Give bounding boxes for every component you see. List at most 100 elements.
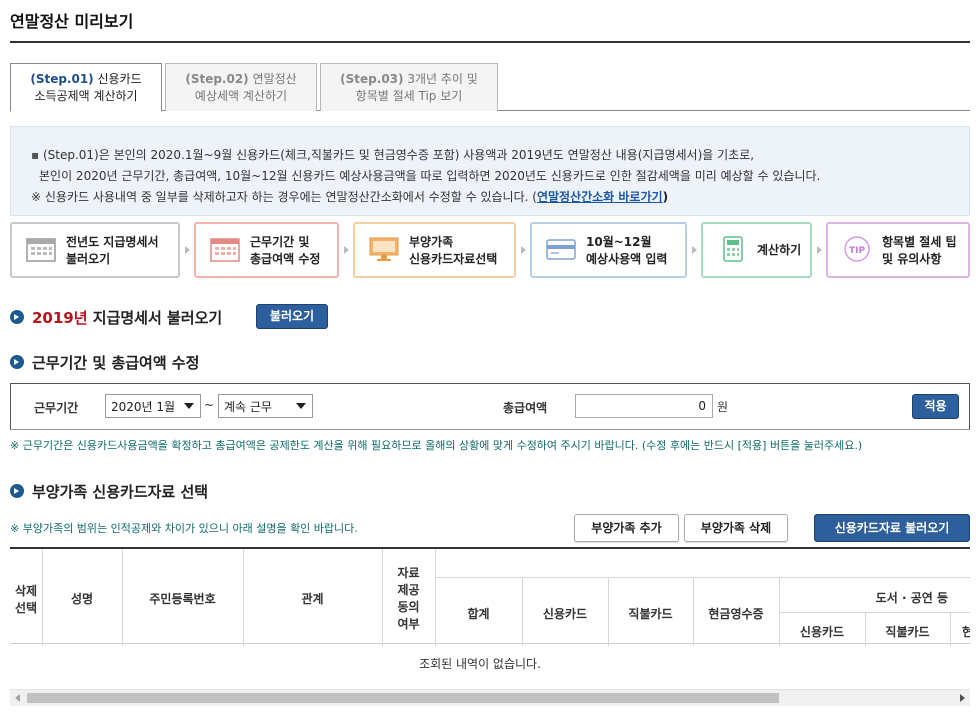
process-step-label: 계산하기 bbox=[757, 243, 802, 257]
col-header-text: 선택 bbox=[14, 601, 38, 615]
col-header-text: 제공 bbox=[397, 583, 420, 597]
svg-text:TIP: TIP bbox=[849, 246, 865, 256]
col-header-books-debit: 직불카드 bbox=[885, 625, 930, 639]
section-title: 근무기간 및 총급여액 수정 bbox=[32, 354, 200, 372]
salary-unit: 원 bbox=[717, 400, 729, 414]
monitor-icon bbox=[369, 237, 399, 261]
apply-button[interactable]: 적용 bbox=[912, 394, 959, 419]
salary-input[interactable]: 0 bbox=[575, 394, 713, 418]
table-divider bbox=[435, 549, 436, 646]
col-header-text: 삭제 bbox=[14, 584, 38, 598]
table-divider bbox=[435, 577, 970, 578]
empty-table-message: 조회된 내역이 없습니다. bbox=[419, 657, 541, 671]
tab-step-number: (Step.02) bbox=[185, 72, 249, 86]
scrollbar-thumb[interactable] bbox=[27, 693, 779, 703]
dependents-table: 삭제 선택 성명 주민등록번호 관계 자료 제공 동의 여부 합계 신용카드 직불카드 … bbox=[10, 547, 970, 646]
start-month-select[interactable]: 2020년 1월 bbox=[105, 394, 201, 418]
process-step-calculate: 계산하기 bbox=[701, 222, 812, 278]
info-text: 본인이 2020년 근무기간, 총급여액, 10월~12월 신용카드 예상사용금… bbox=[39, 169, 821, 183]
process-step-label: 부양가족 bbox=[409, 235, 454, 249]
calendar-grid-icon bbox=[210, 238, 240, 262]
chevron-right-icon bbox=[521, 246, 526, 254]
tab-label: 소득공제액 계산하기 bbox=[34, 89, 138, 103]
period-salary-form: 근무기간 2020년 1월 ~ 계속 근무 총급여액 0 원 적용 bbox=[10, 383, 970, 430]
col-header-total: 합계 bbox=[467, 607, 490, 621]
calendar-icon bbox=[26, 238, 56, 262]
chevron-down-icon bbox=[184, 403, 194, 409]
section-prev-statement: 2019년 지급명세서 불러오기 bbox=[10, 307, 222, 328]
col-header-books-credit: 신용카드 bbox=[799, 625, 845, 639]
col-header-cash: 현금영수증 bbox=[708, 607, 764, 621]
process-step-label: 10월~12월 bbox=[586, 235, 652, 249]
process-step-period-salary: 근무기간 및 총급여액 수정 bbox=[194, 222, 339, 278]
delete-dependent-button[interactable]: 부양가족 삭제 bbox=[684, 514, 788, 542]
dependents-note: ※ 부양가족의 범위는 인적공제와 차이가 있으니 아래 설명을 확인 바랍니다… bbox=[10, 522, 358, 535]
horizontal-scrollbar[interactable] bbox=[10, 689, 970, 706]
col-header-text: 동의 bbox=[397, 600, 420, 614]
section-period-salary: 근무기간 및 총급여액 수정 bbox=[10, 352, 199, 373]
col-header-text: 여부 bbox=[397, 617, 420, 631]
card-icon bbox=[546, 239, 576, 260]
col-header-relation: 관계 bbox=[301, 592, 324, 606]
tab-label: 연말정산 bbox=[252, 72, 297, 86]
col-header-credit: 신용카드 bbox=[542, 607, 588, 621]
tip-icon: TIP bbox=[844, 236, 870, 262]
chevron-right-icon bbox=[185, 246, 190, 254]
process-step-dependents: 부양가족신용카드자료선택 bbox=[353, 222, 516, 278]
tab-label: 3개년 추이 및 bbox=[407, 72, 478, 86]
process-step-label: 항목별 절세 팁 bbox=[882, 235, 957, 249]
process-step-label: 신용카드자료선택 bbox=[409, 252, 498, 266]
salary-label: 총급여액 bbox=[503, 401, 548, 415]
tab-label: 신용카드 bbox=[97, 72, 142, 86]
tab-step-01[interactable]: (Step.01) 신용카드 소득공제액 계산하기 bbox=[10, 63, 162, 112]
process-step-label: 및 유의사항 bbox=[882, 252, 942, 266]
load-card-data-button[interactable]: 신용카드자료 불러오기 bbox=[814, 514, 970, 542]
table-divider bbox=[779, 612, 970, 613]
period-label: 근무기간 bbox=[34, 401, 79, 415]
process-step-label: 불러오기 bbox=[66, 252, 111, 266]
start-month-value: 2020년 1월 bbox=[111, 400, 176, 414]
info-text: ※ 신용카드 사용내역 중 일부를 삭제하고자 하는 경우에는 연말정산간소화에… bbox=[31, 190, 537, 204]
col-header-provide-consent: 자료제공동의여부 bbox=[382, 565, 435, 633]
calculator-icon bbox=[723, 236, 743, 262]
scroll-left-icon[interactable] bbox=[15, 694, 20, 702]
add-dependent-button[interactable]: 부양가족 추가 bbox=[574, 514, 679, 542]
scroll-right-icon[interactable] bbox=[960, 694, 965, 702]
process-step-prev-statement: 전년도 지급명세서 불러오기 bbox=[10, 222, 180, 278]
range-tilde: ~ bbox=[204, 398, 215, 412]
chevron-down-icon bbox=[296, 403, 306, 409]
arrow-circle-icon bbox=[10, 355, 24, 369]
col-header-text: 자료 bbox=[397, 566, 420, 580]
col-header-books-performances: 도서 · 공연 등 bbox=[875, 591, 948, 605]
step-tabs: (Step.01) 신용카드 소득공제액 계산하기 (Step.02) 연말정산… bbox=[10, 63, 970, 112]
bullet-icon: ▪ bbox=[31, 148, 40, 162]
info-box: ▪ (Step.01)은 본인의 2020.1월~9월 신용카드(체크,직불카드… bbox=[10, 126, 970, 216]
col-header-debit: 직불카드 bbox=[628, 607, 673, 621]
title-divider bbox=[10, 41, 970, 43]
process-step-expected-usage: 10월~12월예상사용액 입력 bbox=[530, 222, 687, 278]
process-step-label: 총급여액 수정 bbox=[250, 252, 321, 266]
tab-label: 예상세액 계산하기 bbox=[194, 89, 288, 103]
chevron-right-icon bbox=[817, 246, 822, 254]
process-step-label: 예상사용액 입력 bbox=[586, 252, 668, 266]
tab-label: 항목별 절세 Tip 보기 bbox=[355, 89, 463, 103]
col-header-name: 성명 bbox=[70, 592, 94, 606]
chevron-right-icon bbox=[344, 246, 349, 254]
arrow-circle-icon bbox=[10, 310, 24, 324]
tab-step-03[interactable]: (Step.03) 3개년 추이 및 항목별 절세 Tip 보기 bbox=[320, 63, 498, 111]
end-month-select[interactable]: 계속 근무 bbox=[218, 394, 313, 418]
col-header-rrn: 주민등록번호 bbox=[149, 592, 216, 606]
col-header-delete: 삭제선택 bbox=[10, 583, 42, 617]
tab-step-02[interactable]: (Step.02) 연말정산 예상세액 계산하기 bbox=[165, 63, 317, 111]
page-title: 연말정산 미리보기 bbox=[10, 12, 134, 31]
tab-step-number: (Step.03) bbox=[340, 72, 404, 86]
end-month-value: 계속 근무 bbox=[224, 400, 272, 414]
section-title: 부양가족 신용카드자료 선택 bbox=[32, 483, 209, 501]
section-title: 지급명세서 불러오기 bbox=[87, 309, 223, 327]
chevron-right-icon bbox=[692, 246, 697, 254]
arrow-circle-icon bbox=[10, 484, 24, 498]
simplified-service-link[interactable]: 연말정산간소화 바로가기 bbox=[537, 190, 663, 204]
period-note: ※ 근무기간은 신용카드사용금액을 확정하고 총급여액은 공제한도 계산을 위해… bbox=[10, 439, 863, 452]
load-statement-button[interactable]: 불러오기 bbox=[256, 304, 328, 329]
info-text: ) bbox=[662, 190, 669, 204]
